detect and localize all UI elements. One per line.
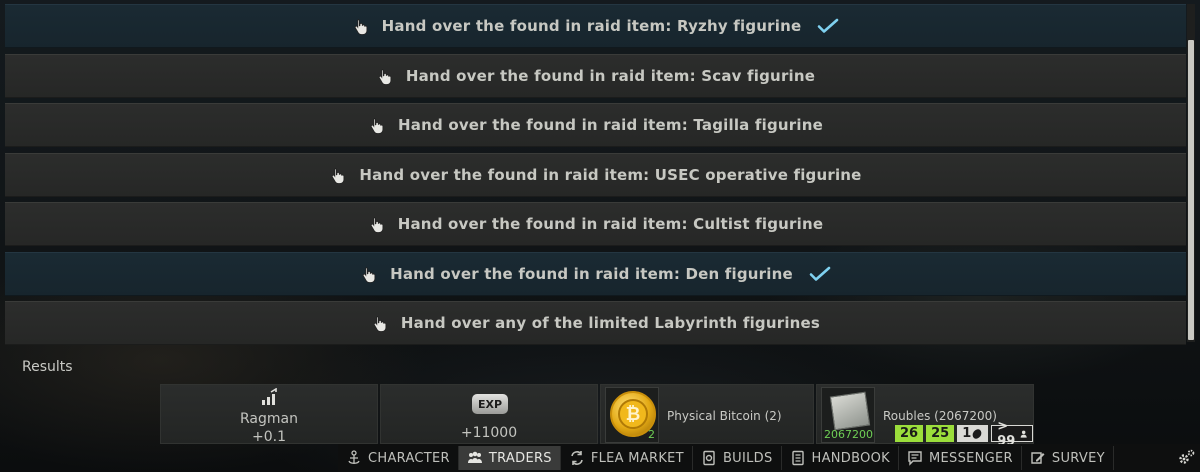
task-label: Hand over the found in raid item: Cultis… [397,215,824,233]
task-label: Hand over the found in raid item: Tagill… [398,116,823,134]
bitcoin-reward[interactable]: ₿ 2 Physical Bitcoin (2) [600,384,814,444]
traders-icon [467,451,482,463]
nav-survey[interactable]: SURVEY [1022,446,1114,470]
nav-handbook[interactable]: HANDBOOK [782,446,899,470]
hand-icon [332,167,345,184]
checkmark-icon [809,266,831,281]
hand-icon [373,316,387,332]
rewards-row: Ragman +0.1 EXP +11000 ₿ 2 Physical Bitc… [160,384,1034,449]
stack-count: 2067200 [824,428,873,441]
hand-icon [354,19,367,35]
stack-badge: 26 [895,425,924,442]
scrollbar-thumb[interactable] [1188,40,1194,340]
trader-name: Ragman [240,411,298,427]
flea-market-icon [571,451,583,465]
item-tag-icon [972,428,982,439]
task-label: Hand over the found in raid item: Scav f… [405,66,816,85]
survey-icon [1031,452,1045,464]
task-label: Hand over the found in raid item: USEC o… [359,165,862,184]
stack-badge: 1 [957,425,989,442]
nav-character[interactable]: CHARACTER [338,446,459,470]
task-row[interactable]: Hand over the found in raid item: Den fi… [5,251,1186,296]
hand-icon [378,68,392,85]
stack-badge: > 99 [991,419,1033,449]
hand-icon [370,217,384,233]
bottom-navigation: CHARACTER TRADERS FLEA MARKET BUILDS HAN… [338,444,1200,472]
reputation-value: +0.1 [252,429,286,445]
task-objectives-list: Hand over the found in raid item: Ryzhy … [5,4,1186,351]
nav-builds[interactable]: BUILDS [693,446,782,470]
results-heading: Results [22,359,73,375]
task-row[interactable]: Hand over the found in raid item: Cultis… [5,202,1186,246]
checkmark-icon [818,18,839,33]
stack-count: 2 [648,428,655,441]
task-label: Hand over the found in raid item: Ryzhy … [381,17,802,35]
nav-messenger[interactable]: MESSENGER [899,446,1022,470]
task-row[interactable]: Hand over any of the limited Labyrinth f… [5,301,1186,345]
hand-icon [362,266,376,283]
task-row[interactable]: Hand over the found in raid item: USEC o… [5,152,1186,197]
stack-badge: 25 [926,425,955,442]
exp-icon: EXP [472,394,508,414]
messenger-icon [908,451,922,466]
task-row[interactable]: Hand over the found in raid item: Tagill… [5,103,1186,147]
reputation-reward[interactable]: Ragman +0.1 [160,384,378,445]
item-slot[interactable]: 2067200 [821,387,875,443]
roubles-reward[interactable]: 2067200 Roubles (2067200) 26 25 1 > 99 [816,384,1034,449]
stack-badges: 26 25 1 > 99 [895,419,1033,449]
character-icon [348,450,360,464]
person-icon [1020,430,1027,438]
experience-reward[interactable]: EXP +11000 [380,384,598,444]
hand-icon [370,118,384,134]
settings-button[interactable] [1172,448,1200,468]
roubles-icon [829,391,871,431]
reputation-up-icon [262,388,277,405]
task-label: Hand over the found in raid item: Den fi… [390,264,793,283]
item-slot[interactable]: ₿ 2 [605,387,659,443]
experience-value: +11000 [460,425,518,441]
task-row[interactable]: Hand over the found in raid item: Ryzhy … [5,4,1186,48]
builds-icon [703,450,715,466]
task-label: Hand over any of the limited Labyrinth f… [400,314,821,332]
nav-traders[interactable]: TRADERS [458,446,561,470]
item-name: Roubles (2067200) [883,409,997,423]
handbook-icon [791,450,804,466]
settings-gear-icon [1179,449,1195,464]
task-row[interactable]: Hand over the found in raid item: Scav f… [5,53,1186,98]
item-name: Physical Bitcoin (2) [667,409,782,423]
nav-flea-market[interactable]: FLEA MARKET [561,446,693,470]
